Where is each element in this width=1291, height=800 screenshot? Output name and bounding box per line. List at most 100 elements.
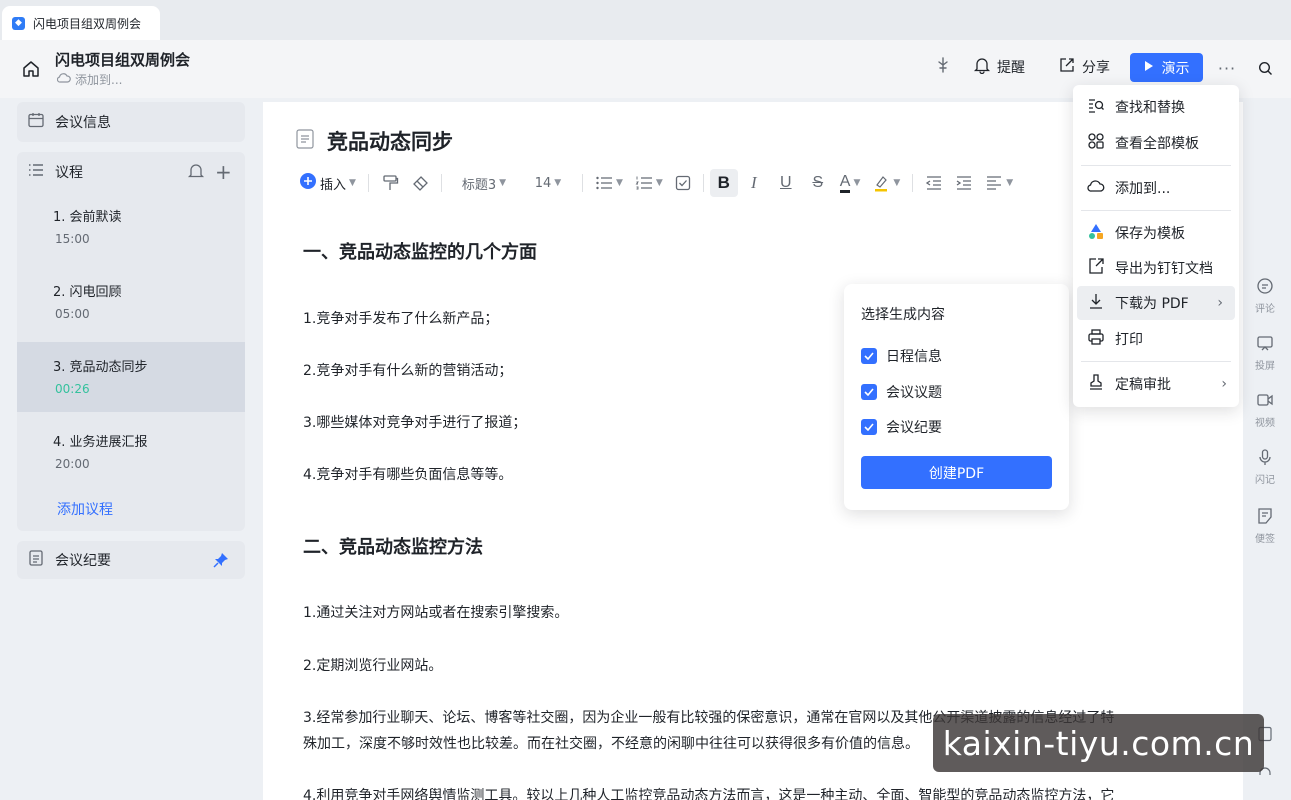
highlight-icon[interactable]: ▼ <box>866 169 906 197</box>
create-pdf-button[interactable]: 创建PDF <box>861 456 1052 489</box>
toolbar-divider <box>367 174 369 192</box>
find-replace-icon <box>1087 96 1105 118</box>
bullet-list-icon[interactable]: ▼ <box>589 169 629 197</box>
chevron-down-icon: ▼ <box>554 178 562 188</box>
toolbar-divider <box>912 174 914 192</box>
comment-rail-button[interactable]: 评论 <box>1248 277 1282 315</box>
pdf-popover-title: 选择生成内容 <box>861 307 945 323</box>
numbered-list-icon[interactable]: ▼ <box>629 169 669 197</box>
format-toolbar: 插入 ▼ 标题3 ▼ 14 ▼ ▼ ▼ B I U S A ▼ ▼ ▼ <box>293 168 1019 198</box>
document-tab[interactable]: ◆ 闪电项目组双周例会 <box>2 6 160 40</box>
align-left-icon[interactable]: ▼ <box>979 169 1019 197</box>
strikethrough-icon[interactable]: S <box>802 169 834 197</box>
underline-icon[interactable]: U <box>770 169 802 197</box>
checkbox-icon[interactable] <box>669 169 697 197</box>
menu-item-download-pdf[interactable]: 下载为 PDF › <box>1077 286 1235 320</box>
ai-assistant-button[interactable] <box>927 52 959 82</box>
agenda-item-3[interactable]: 3. 竞品动态同步 00:26 <box>17 342 245 412</box>
sticky-note-rail-button[interactable]: 便签 <box>1248 507 1282 545</box>
insert-button[interactable]: 插入 ▼ <box>293 169 362 197</box>
printer-icon <box>1087 328 1105 350</box>
share-label: 分享 <box>1082 60 1110 76</box>
template-icon <box>1087 222 1105 244</box>
search-icon[interactable] <box>1252 55 1278 81</box>
option-label: 会议纪要 <box>886 420 942 436</box>
document-icon <box>27 549 45 571</box>
menu-item-print[interactable]: 打印 <box>1073 322 1239 356</box>
agenda-item-2[interactable]: 2. 闪电回顾 05:00 <box>17 267 245 337</box>
tab-strip: ◆ 闪电项目组双周例会 <box>0 0 1291 40</box>
option-schedule-checkbox[interactable]: 日程信息 <box>861 346 942 366</box>
comment-label: 评论 <box>1255 304 1275 315</box>
checkmark-icon <box>861 419 877 435</box>
tab-title: 闪电项目组双周例会 <box>33 16 142 31</box>
agenda-item-label: 1. 会前默读 <box>53 210 122 225</box>
agenda-item-label: 4. 业务进展汇报 <box>53 435 148 450</box>
chevron-down-icon: ▼ <box>655 178 663 188</box>
paragraph: 1.竞争对手发布了什么新产品； <box>303 311 499 327</box>
cloud-icon <box>1087 178 1105 198</box>
checkmark-icon <box>861 384 877 400</box>
chevron-down-icon: ▼ <box>1006 178 1014 188</box>
font-size-select[interactable]: 14 ▼ <box>520 169 576 197</box>
sticky-note-label: 便签 <box>1255 534 1275 545</box>
italic-icon[interactable]: I <box>738 169 770 197</box>
minutes-item[interactable]: 会议纪要 <box>17 541 245 579</box>
menu-item-all-templates[interactable]: 查看全部模板 <box>1073 126 1239 160</box>
sparkle-icon <box>935 56 951 78</box>
video-rail-button[interactable]: 视频 <box>1248 391 1282 429</box>
eraser-icon[interactable] <box>405 169 435 197</box>
paragraph: 殊加工，深度不够时效性也比较差。而在社交圈，不经意的闲聊中往往可以获得很多有价值… <box>303 736 919 752</box>
more-options-menu: 查找和替换 查看全部模板 添加到... 保存为模板 导出为钉钉文档 下载为 PD… <box>1073 85 1239 407</box>
cast-icon <box>1256 334 1274 355</box>
menu-item-save-template[interactable]: 保存为模板 <box>1073 216 1239 250</box>
paragraph: 2.竞争对手有什么新的营销活动； <box>303 363 513 379</box>
text-color-icon[interactable]: A ▼ <box>834 169 867 197</box>
more-options-button[interactable]: ··· <box>1214 55 1240 81</box>
option-minutes-checkbox[interactable]: 会议纪要 <box>861 417 942 437</box>
pin-icon[interactable] <box>213 552 229 572</box>
chevron-right-icon: › <box>1221 376 1227 392</box>
outline-icon[interactable] <box>295 128 315 155</box>
option-topics-checkbox[interactable]: 会议议题 <box>861 382 942 402</box>
toolbar-divider <box>581 174 583 192</box>
flash-note-label: 闪记 <box>1255 475 1275 486</box>
indent-icon[interactable] <box>949 169 979 197</box>
menu-item-find-replace[interactable]: 查找和替换 <box>1073 90 1239 124</box>
export-icon <box>1087 257 1105 279</box>
agenda-timer-icon[interactable] <box>187 162 205 184</box>
agenda-item-1[interactable]: 1. 会前默读 15:00 <box>17 192 245 262</box>
outdent-icon[interactable] <box>919 169 949 197</box>
menu-item-label: 查看全部模板 <box>1115 136 1199 152</box>
menu-item-add-to[interactable]: 添加到... <box>1073 171 1239 205</box>
cast-rail-button[interactable]: 投屏 <box>1248 334 1282 372</box>
menu-item-export-dingtalk[interactable]: 导出为钉钉文档 <box>1073 251 1239 285</box>
menu-item-label: 保存为模板 <box>1115 226 1185 242</box>
add-agenda-plus-icon[interactable]: + <box>215 160 232 184</box>
meeting-info-item[interactable]: 会议信息 <box>17 102 245 142</box>
option-label: 会议议题 <box>886 385 942 401</box>
add-to-link[interactable]: 添加到... <box>56 71 122 88</box>
remind-button[interactable]: 提醒 <box>965 52 1033 82</box>
chevron-right-icon: › <box>1217 295 1223 311</box>
share-button[interactable]: 分享 <box>1050 52 1118 82</box>
chevron-down-icon: ▼ <box>349 178 356 188</box>
flash-note-rail-button[interactable]: 闪记 <box>1248 448 1282 486</box>
present-button[interactable]: 演示 <box>1130 53 1203 82</box>
agenda-panel: 议程 + 1. 会前默读 15:00 2. 闪电回顾 05:00 3. 竞品动态… <box>17 152 245 531</box>
format-painter-icon[interactable] <box>375 169 405 197</box>
home-icon[interactable] <box>18 56 44 82</box>
comment-icon <box>1256 277 1274 298</box>
bold-icon[interactable]: B <box>709 169 738 197</box>
chevron-down-icon: ▼ <box>499 178 507 188</box>
video-label: 视频 <box>1255 418 1275 429</box>
menu-divider <box>1081 210 1231 211</box>
menu-divider <box>1081 361 1231 362</box>
agenda-item-4[interactable]: 4. 业务进展汇报 20:00 <box>17 417 245 487</box>
heading-select[interactable]: 标题3 ▼ <box>448 169 520 197</box>
download-icon <box>1087 292 1105 314</box>
menu-item-approval[interactable]: 定稿审批 › <box>1073 367 1239 401</box>
remind-label: 提醒 <box>997 60 1025 76</box>
agenda-item-label: 3. 竞品动态同步 <box>53 360 148 375</box>
add-agenda-link[interactable]: 添加议程 <box>57 499 113 519</box>
